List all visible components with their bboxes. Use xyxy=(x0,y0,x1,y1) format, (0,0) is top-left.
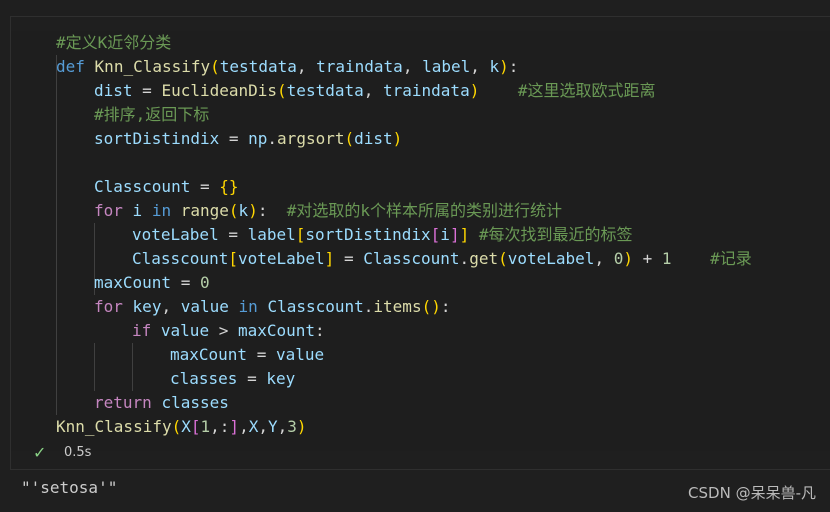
code-line-15[interactable]: classes = key xyxy=(170,367,295,391)
code-line-12[interactable]: for key, value in Classcount.items(): xyxy=(94,295,450,319)
code-line-13[interactable]: if value > maxCount: xyxy=(132,319,325,343)
code-line-14[interactable]: maxCount = value xyxy=(170,343,324,367)
cell-output: "'setosa'" xyxy=(21,478,118,497)
cell-execution-status: ✓ 0.5s xyxy=(11,441,830,465)
execution-time: 0.5s xyxy=(64,445,92,460)
code-line-7[interactable]: Classcount = {} xyxy=(94,175,239,199)
code-line-5[interactable]: sortDistindix = np.argsort(dist) xyxy=(94,127,402,151)
check-icon: ✓ xyxy=(33,443,47,462)
code-line-2[interactable]: def Knn_Classify(testdata, traindata, la… xyxy=(56,55,518,79)
code-line-10[interactable]: Classcount[voteLabel] = Classcount.get(v… xyxy=(132,247,752,271)
code-line-9[interactable]: voteLabel = label[sortDistindix[i]] #每次找… xyxy=(132,223,633,247)
code-line-16[interactable]: return classes xyxy=(94,391,229,415)
code-line-8[interactable]: for i in range(k): #对选取的k个样本所属的类别进行统计 xyxy=(94,199,562,223)
notebook-cell[interactable]: #定义K近邻分类 def Knn_Classify(testdata, trai… xyxy=(10,16,830,470)
code-line-11[interactable]: maxCount = 0 xyxy=(94,271,210,295)
code-line-1[interactable]: #定义K近邻分类 xyxy=(56,31,171,55)
indent-guide xyxy=(132,343,133,391)
code-line-4[interactable]: #排序,返回下标 xyxy=(94,103,209,127)
indent-guide xyxy=(94,343,95,391)
code-line-17[interactable]: Knn_Classify(X[1,:],X,Y,3) xyxy=(56,415,307,439)
code-line-3[interactable]: dist = EuclideanDis(testdata, traindata)… xyxy=(94,79,656,103)
code-editor[interactable]: #定义K近邻分类 def Knn_Classify(testdata, trai… xyxy=(11,31,830,451)
indent-guide xyxy=(56,55,57,415)
watermark: CSDN @呆呆兽-凡 xyxy=(688,484,816,502)
